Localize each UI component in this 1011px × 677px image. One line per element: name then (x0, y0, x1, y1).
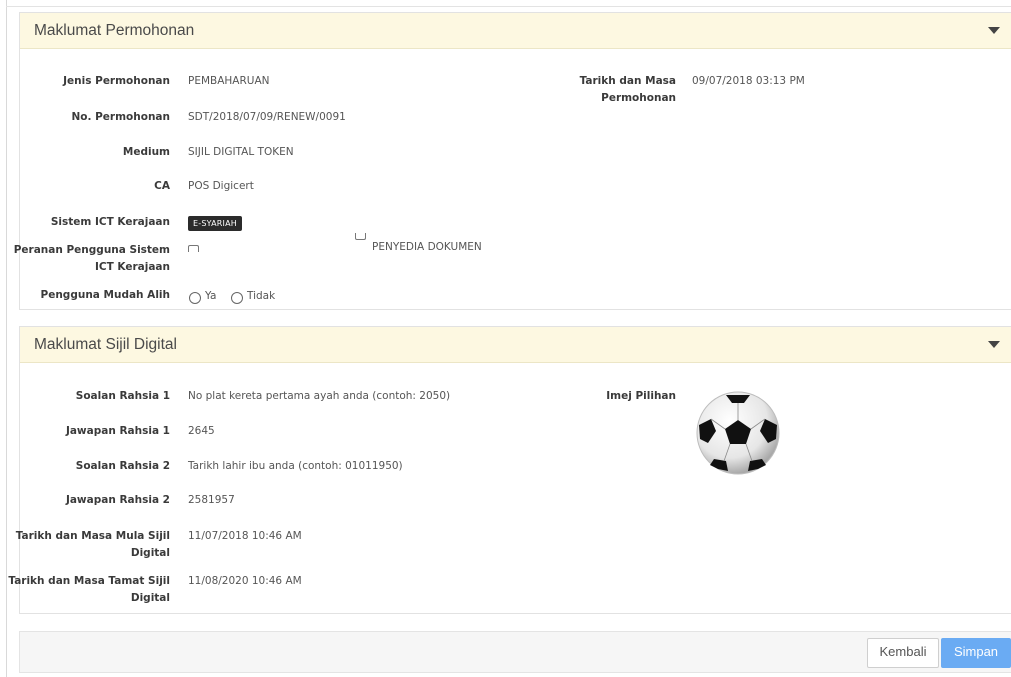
collapse-caret-icon[interactable] (988, 27, 1000, 34)
simpan-button[interactable]: Simpan (941, 638, 1011, 668)
jawapan-rahsia-1-label: Jawapan Rahsia 1 (65, 425, 170, 437)
tarikh-mula-label-line2: Digital (130, 547, 170, 559)
jawapan-rahsia-2-value: 2581957 (188, 494, 235, 506)
penyedia-dokumen-label: PENYEDIA DOKUMEN (372, 241, 482, 253)
tarikh-permohonan-value: 09/07/2018 03:13 PM (692, 75, 805, 87)
tarikh-permohonan-label-line1: Tarikh dan Masa (579, 75, 676, 87)
sistem-ict-label: Sistem ICT Kerajaan (50, 216, 170, 228)
medium-value: SIJIL DIGITAL TOKEN (188, 146, 294, 158)
kembali-button[interactable]: Kembali (867, 638, 939, 668)
collapse-caret-icon[interactable] (988, 341, 1000, 348)
permohonan-panel: Maklumat Permohonan Jenis Permohonan PEM… (14, 12, 1011, 310)
frame-border-left (6, 0, 7, 677)
soccer-ball-icon (696, 391, 780, 475)
sistem-ict-badge: E-SYARIAH (188, 216, 242, 231)
tarikh-mula-label-line1: Tarikh dan Masa Mula Sijil (15, 530, 170, 542)
peranan-label-line2: ICT Kerajaan (94, 261, 170, 273)
soalan-rahsia-2-value: Tarikh lahir ibu anda (contoh: 01011950) (188, 460, 403, 472)
mudah-alih-tidak-label: Tidak (247, 290, 276, 302)
form-footer: Kembali Simpan (19, 631, 1011, 673)
soalan-rahsia-2-label: Soalan Rahsia 2 (75, 460, 170, 472)
sijil-digital-panel-title: Maklumat Sijil Digital (34, 336, 177, 353)
jenis-permohonan-value: PEMBAHARUAN (188, 75, 270, 87)
peranan-label-line1: Peranan Pengguna Sistem (13, 244, 170, 256)
jenis-permohonan-label: Jenis Permohonan (63, 75, 170, 87)
penyedia-dokumen-checkbox[interactable] (355, 233, 366, 240)
tarikh-tamat-label-line1: Tarikh dan Masa Tamat Sijil (8, 575, 170, 587)
jawapan-rahsia-1-value: 2645 (188, 425, 215, 437)
mudah-alih-ya-radio[interactable] (189, 292, 201, 304)
soalan-rahsia-1-value: No plat kereta pertama ayah anda (contoh… (188, 390, 451, 402)
soalan-rahsia-1-label: Soalan Rahsia 1 (75, 390, 170, 402)
imej-pilihan-label: Imej Pilihan (606, 390, 676, 402)
sijil-digital-panel: Maklumat Sijil Digital Soalan Rahsia 1 N… (8, 326, 1011, 614)
no-permohonan-value: SDT/2018/07/09/RENEW/0091 (188, 111, 346, 123)
tarikh-tamat-value: 11/08/2020 10:46 AM (188, 575, 302, 587)
medium-label: Medium (122, 146, 170, 158)
mudah-alih-ya-label: Ya (205, 290, 217, 302)
tarikh-mula-value: 11/07/2018 10:46 AM (188, 530, 302, 542)
ca-label: CA (154, 180, 170, 192)
sijil-digital-panel-header[interactable]: Maklumat Sijil Digital (20, 327, 1011, 363)
frame-border-top (6, 6, 1011, 7)
permohonan-panel-title: Maklumat Permohonan (34, 22, 195, 39)
pengguna-mudah-alih-label: Pengguna Mudah Alih (40, 289, 170, 301)
no-permohonan-label: No. Permohonan (71, 111, 170, 123)
permohonan-panel-header[interactable]: Maklumat Permohonan (20, 13, 1011, 49)
ca-value: POS Digicert (188, 180, 254, 192)
peranan-checkbox[interactable] (188, 245, 199, 252)
tarikh-permohonan-label-line2: Permohonan (601, 92, 676, 104)
tarikh-tamat-label-line2: Digital (130, 592, 170, 604)
mudah-alih-tidak-radio[interactable] (231, 292, 243, 304)
jawapan-rahsia-2-label: Jawapan Rahsia 2 (65, 494, 170, 506)
